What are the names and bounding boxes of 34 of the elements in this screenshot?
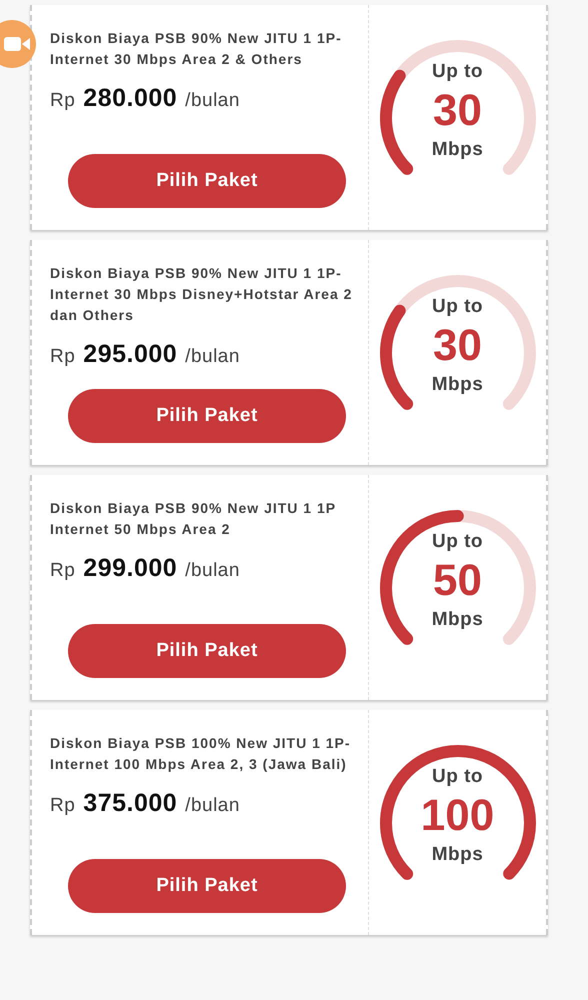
package-title: Diskon Biaya PSB 90% New JITU 1 1P-Internet 30 Mbps Disney+Hotstar Area 2 dan Others [50,264,354,325]
speed-unit: Mbps [432,138,484,160]
price-amount: 280.000 [83,84,178,113]
choose-package-button[interactable]: Pilih Paket [68,624,346,678]
speed-unit: Mbps [432,374,484,396]
speed-caption: Up to [432,530,484,552]
speed-value: 100 [420,790,494,842]
package-title: Diskon Biaya PSB 90% New JITU 1 1P-Internet 30 Mbps Area 2 & Others [50,29,343,69]
choose-package-button[interactable]: Pilih Paket [68,154,346,208]
speed-unit: Mbps [432,608,484,630]
period-label: /bulan [185,346,240,368]
speed-caption: Up to [432,766,484,788]
speed-value: 30 [433,320,482,372]
currency-label: Rp [50,560,76,582]
period-label: /bulan [185,560,240,582]
choose-package-button[interactable]: Pilih Paket [68,859,346,913]
speed-value: 30 [433,84,482,136]
period-label: /bulan [185,90,240,112]
speed-caption: Up to [432,296,484,318]
price-amount: 295.000 [83,340,178,369]
package-title: Diskon Biaya PSB 100% New JITU 1 1P-Internet 100 Mbps Area 2, 3 (Jawa Bali) [50,734,352,774]
currency-label: Rp [50,90,76,112]
price-amount: 299.000 [83,554,178,583]
price-amount: 375.000 [83,789,178,818]
period-label: /bulan [185,795,240,817]
currency-label: Rp [50,346,76,368]
currency-label: Rp [50,795,76,817]
video-camera-icon [4,36,30,52]
speed-value: 50 [433,554,482,606]
speed-unit: Mbps [432,844,484,866]
speed-caption: Up to [432,60,484,82]
choose-package-button[interactable]: Pilih Paket [68,389,346,443]
package-title: Diskon Biaya PSB 90% New JITU 1 1P Internet 50 Mbps Area 2 [50,499,337,539]
video-call-button[interactable] [0,20,36,68]
